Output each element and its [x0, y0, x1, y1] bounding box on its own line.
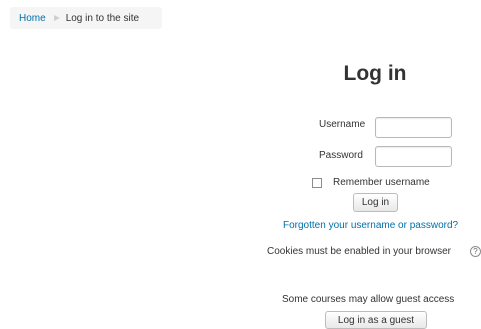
- breadcrumb-home-link[interactable]: Home: [19, 13, 46, 24]
- page-title: Log in: [343, 62, 407, 85]
- password-label: Password: [319, 150, 363, 161]
- password-input[interactable]: [375, 146, 452, 167]
- remember-username-checkbox[interactable]: [312, 178, 322, 188]
- username-label: Username: [319, 119, 366, 130]
- username-input[interactable]: [375, 117, 452, 138]
- login-page: Home Log in to the site Log in Username …: [0, 0, 481, 329]
- remember-username-label: Remember username: [333, 177, 430, 188]
- guest-access-notice: Some courses may allow guest access: [282, 294, 455, 305]
- forgot-password-link[interactable]: Forgotten your username or password?: [283, 220, 458, 231]
- guest-login-button[interactable]: Log in as a guest: [325, 311, 427, 329]
- help-icon[interactable]: ?: [470, 246, 481, 257]
- login-button[interactable]: Log in: [353, 193, 398, 212]
- breadcrumb-separator-icon: [53, 15, 60, 21]
- cookies-notice: Cookies must be enabled in your browser: [267, 246, 451, 257]
- breadcrumb: Home Log in to the site: [10, 7, 162, 29]
- breadcrumb-current: Log in to the site: [65, 12, 140, 24]
